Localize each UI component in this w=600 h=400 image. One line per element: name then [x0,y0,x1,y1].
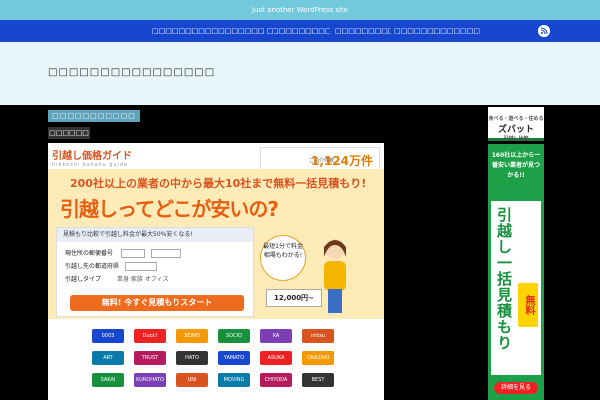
mover-logo: BEST [302,373,334,387]
mover-logo: MOVING [218,373,250,387]
main-nav: □□□□□□□□□□□□□□□□□ □ □□□□□□□□□ □□□□ □□□□ □□□… [0,20,600,42]
moving-price-ad-banner[interactable]: 引越し価格ガイド hikkoshi kakaku guide ご紹介件数 1,1… [48,143,384,400]
nav-item-3[interactable]: □□□□□□□□□□□□□ [335,20,391,42]
ad-headline: 200社以上の業者の中から最大10社まで無料一括見積もり! [70,177,367,190]
site-title[interactable]: □□□□□□□□□□□□□□□□ [48,67,215,78]
mover-logo: ART [92,351,124,365]
mover-logo: OKAZAKI [302,351,334,365]
form-banner: 見積もり比較で引越し料金が最大50%安くなる! [57,228,253,242]
nav-item-1[interactable]: □□□□□□□□□□□□□□□□□ □□□□□□□□□□□□□□ [152,20,272,42]
zip-field-2[interactable] [150,249,181,258]
form-row-prefecture: 引越し先の都道府県 [65,261,157,271]
site-tagline: Just another WordPress site [251,6,348,14]
form-row-type: 引越しタイプ 単身 家族 オフィス [65,274,169,283]
tagline-bar: Just another WordPress site [0,0,600,20]
side-ad-vertical-text: 引越し一括見積もり [495,207,513,351]
rss-icon[interactable] [538,25,550,37]
ad-logo-sub: hikkoshi kakaku guide [52,162,129,168]
nav-item-2[interactable]: □□□□□□□□□□□□□□ [272,20,330,42]
type-label: 引越しタイプ [65,276,102,283]
count-value: 1,124万件 [311,154,373,168]
mover-logo: KUROHATO [134,373,166,387]
woman-illustration-icon [324,239,346,313]
details-button[interactable]: 詳細を見る [494,382,538,394]
type-options[interactable]: 単身 家族 オフィス [117,276,169,283]
ad-logo: 引越し価格ガイド hikkoshi kakaku guide [52,147,132,168]
mover-logo: Duck! [134,329,166,343]
prefecture-select[interactable] [124,262,157,271]
side-ad-lead: 160社以上から一番安い業者が見つかる!! [491,152,541,179]
mover-logo: UNI [176,373,208,387]
post-title[interactable]: □□□□□□ [48,127,90,139]
mover-logo: SOCIO [218,329,250,343]
zubat-brand-sub: 引越し比較 [503,136,529,142]
ad-big-question: 引越しってどこが安いの? [60,197,279,221]
speech-bubble: 最短1分で料金相場もわかる! [260,235,306,281]
mover-logo: YAMATO [218,351,250,365]
mover-logo: CHIYODA [260,373,292,387]
referral-count-box: ご紹介件数 1,124万件 [260,147,380,171]
mover-logo: HATO [176,351,208,365]
mover-logo: ASUKA [260,351,292,365]
zubat-brand: 食べる・遊べる・住める ズバット 引越し比較 [488,107,544,142]
free-badge: 無料 [518,283,538,327]
mover-logo: SEINO [176,329,208,343]
prefecture-label: 引越し先の都道府県 [65,263,120,270]
zubat-side-ad[interactable]: 食べる・遊べる・住める ズバット 引越し比較 160社以上から一番安い業者が見つ… [488,107,544,400]
nav-item-4[interactable]: □□□□□□□□□□□□□□□□□ [394,20,480,42]
category-tag[interactable]: □□□□□□□□□□□ [48,110,140,122]
form-row-zip: 現住所の郵便番号 [65,248,181,258]
mover-logo: nittsu [302,329,334,343]
mover-logo: TRUST [134,351,166,365]
zip-field-1[interactable] [120,249,145,258]
rss-icon-graphic [538,25,550,37]
zubat-brand-top: 食べる・遊べる・住める [488,116,544,122]
ad-logo-text: 引越し価格ガイド [52,151,132,162]
zubat-brand-name: ズバット [497,125,534,135]
zip-label: 現住所の郵便番号 [65,250,114,257]
mover-logo: 0003 [92,329,124,343]
mover-logo: SAKAI [92,373,124,387]
start-quote-button[interactable]: 無料! 今すぐ見積もりスタート [70,295,244,311]
mover-logo: KA [260,329,292,343]
